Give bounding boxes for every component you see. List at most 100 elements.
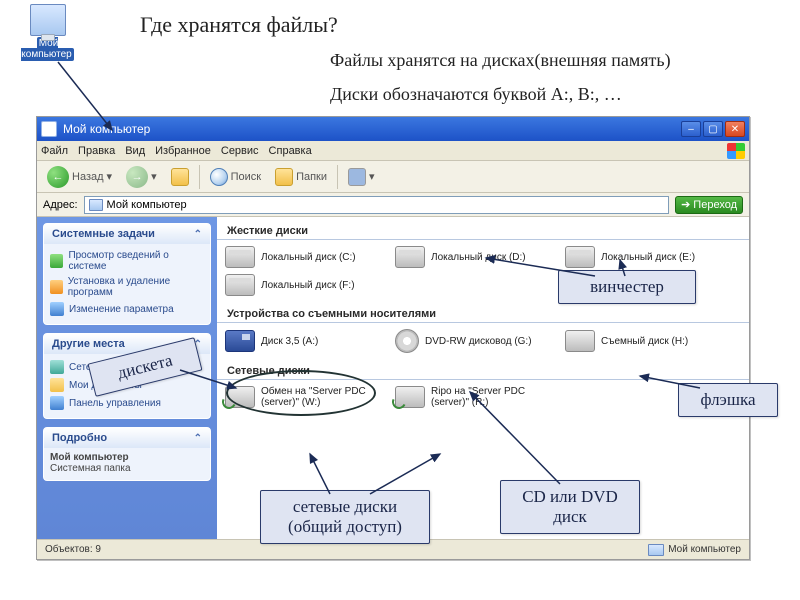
callout-cd: CD или DVD диск: [500, 480, 640, 534]
computer-icon: [30, 4, 66, 36]
search-label: Поиск: [231, 171, 261, 183]
go-label: Переход: [693, 199, 737, 211]
callout-hdd: винчестер: [558, 270, 696, 304]
drive-label: Обмен на "Server PDC (server)" (W:): [261, 386, 385, 408]
menu-view[interactable]: Вид: [125, 145, 145, 157]
task-link-sysinfo[interactable]: Просмотр сведений о системе: [50, 248, 204, 274]
drive-label: Локальный диск (C:): [261, 252, 356, 263]
folders-button[interactable]: Папки: [271, 166, 331, 188]
info-icon: [50, 254, 63, 268]
up-button[interactable]: [167, 166, 193, 188]
task-label: Установка и удаление программ: [68, 276, 204, 298]
folder-up-icon: [171, 168, 189, 186]
arrow-right-icon: ➔: [681, 198, 690, 211]
drive-label: Локальный диск (F:): [261, 280, 355, 291]
panel-system-tasks: Системные задачи ⌃ Просмотр сведений о с…: [43, 223, 211, 325]
panel-header[interactable]: Подробно ⌃: [44, 428, 210, 448]
group-hard-drives: Жесткие диски: [217, 217, 749, 240]
menu-tools[interactable]: Сервис: [221, 145, 259, 157]
network-drive-icon: [225, 386, 255, 408]
hard-drive-icon: [395, 246, 425, 268]
drive-d[interactable]: Локальный диск (D:): [395, 246, 555, 268]
views-icon: [348, 168, 366, 186]
callout-usb: флэшка: [678, 383, 778, 417]
windows-flag-icon: [727, 143, 745, 159]
task-label: Просмотр сведений о системе: [68, 250, 204, 272]
drive-label: Съемный диск (H:): [601, 336, 688, 347]
titlebar[interactable]: Мой компьютер – ▢ ✕: [37, 117, 749, 141]
drive-w[interactable]: Обмен на "Server PDC (server)" (W:): [225, 386, 385, 408]
hard-drive-icon: [565, 246, 595, 268]
drive-c[interactable]: Локальный диск (C:): [225, 246, 385, 268]
chevron-up-icon: ⌃: [194, 229, 202, 240]
computer-small-icon: [89, 199, 103, 211]
folders-label: Папки: [296, 171, 327, 183]
address-field[interactable]: Мой компьютер: [84, 196, 670, 214]
drive-r[interactable]: Ripo на "Server PDC (server)" (R:): [395, 386, 555, 408]
place-label: Панель управления: [69, 398, 161, 409]
panel-title: Подробно: [52, 432, 107, 444]
forward-arrow-icon: →: [126, 166, 148, 188]
status-objects: Объектов: 9: [45, 544, 101, 555]
folders-icon: [275, 168, 293, 186]
drive-h[interactable]: Съемный диск (H:): [565, 329, 725, 353]
drive-g[interactable]: DVD-RW дисковод (G:): [395, 329, 555, 353]
back-arrow-icon: ←: [47, 166, 69, 188]
desktop-my-computer-icon[interactable]: Мой компьютер: [20, 4, 75, 60]
menu-help[interactable]: Справка: [269, 145, 312, 157]
drive-label: DVD-RW дисковод (G:): [425, 336, 532, 347]
panel-details: Подробно ⌃ Мой компьютер Системная папка: [43, 427, 211, 481]
menu-favorites[interactable]: Избранное: [155, 145, 211, 157]
menubar: Файл Правка Вид Избранное Сервис Справка: [37, 141, 749, 161]
window-title: Мой компьютер: [63, 122, 150, 136]
panel-header[interactable]: Системные задачи ⌃: [44, 224, 210, 244]
page-title: Где хранятся файлы?: [140, 12, 338, 38]
floppy-icon: [225, 330, 255, 352]
dvd-icon: [395, 329, 419, 353]
search-button[interactable]: Поиск: [206, 166, 265, 188]
box-icon: [50, 280, 63, 294]
back-button[interactable]: ← Назад ▾: [43, 164, 116, 190]
folder-icon: [50, 378, 64, 392]
task-link-addremove[interactable]: Установка и удаление программ: [50, 274, 204, 300]
chevron-up-icon: ⌃: [194, 433, 202, 444]
window-icon: [41, 121, 57, 137]
network-drive-icon: [395, 386, 425, 408]
drive-label: Локальный диск (D:): [431, 252, 526, 263]
close-button[interactable]: ✕: [725, 121, 745, 137]
minimize-button[interactable]: –: [681, 121, 701, 137]
settings-icon: [50, 302, 64, 316]
task-label: Изменение параметра: [69, 304, 174, 315]
network-icon: [50, 360, 64, 374]
subtitle-1: Файлы хранятся на дисках(внешняя память): [330, 50, 671, 71]
panel-title: Другие места: [52, 338, 125, 350]
status-location: Мой компьютер: [668, 544, 741, 555]
maximize-button[interactable]: ▢: [703, 121, 723, 137]
panel-title: Системные задачи: [52, 228, 155, 240]
details-type: Системная папка: [50, 463, 131, 474]
addressbar: Адрес: Мой компьютер ➔ Переход: [37, 193, 749, 217]
drive-label: Локальный диск (E:): [601, 252, 695, 263]
place-control-panel[interactable]: Панель управления: [50, 394, 204, 412]
drive-a[interactable]: Диск 3,5 (A:): [225, 329, 385, 353]
drive-f[interactable]: Локальный диск (F:): [225, 274, 385, 296]
hard-drive-icon: [225, 246, 255, 268]
menu-edit[interactable]: Правка: [78, 145, 115, 157]
back-label: Назад: [72, 171, 104, 183]
views-button[interactable]: ▾: [344, 166, 379, 188]
chevron-down-icon: ▾: [107, 170, 113, 183]
menu-file[interactable]: Файл: [41, 145, 68, 157]
chevron-down-icon: ▾: [151, 170, 157, 183]
group-network: Сетевые диски: [217, 357, 749, 380]
search-icon: [210, 168, 228, 186]
go-button[interactable]: ➔ Переход: [675, 196, 743, 214]
usb-drive-icon: [565, 330, 595, 352]
address-value: Мой компьютер: [107, 199, 187, 211]
control-panel-icon: [50, 396, 64, 410]
task-link-settings[interactable]: Изменение параметра: [50, 300, 204, 318]
chevron-down-icon: ▾: [369, 170, 375, 183]
drive-label: Диск 3,5 (A:): [261, 336, 318, 347]
drive-e[interactable]: Локальный диск (E:): [565, 246, 725, 268]
hard-drive-icon: [225, 274, 255, 296]
forward-button[interactable]: → ▾: [122, 164, 161, 190]
